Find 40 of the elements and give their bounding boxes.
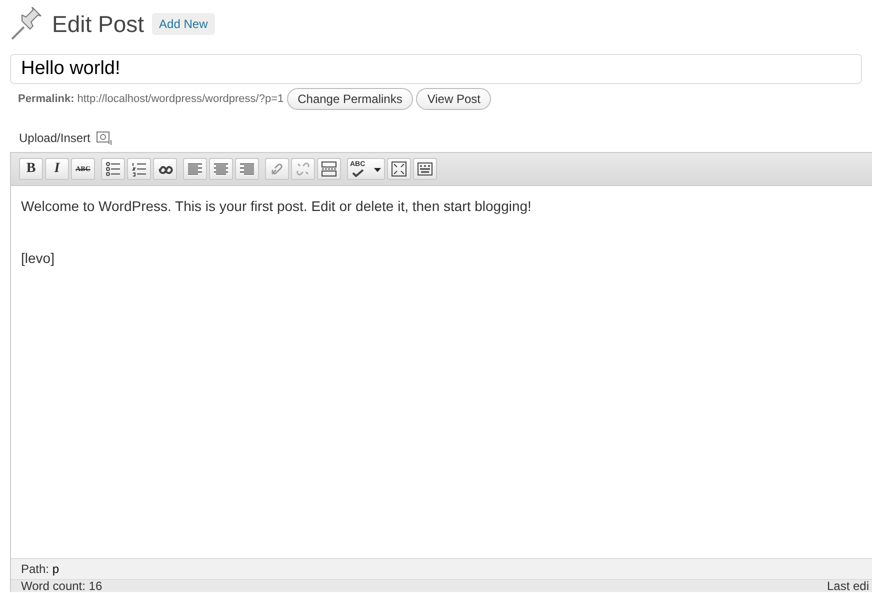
- numbers-icon: [131, 161, 147, 177]
- align-center-icon: [213, 161, 229, 177]
- align-left-button[interactable]: [183, 158, 207, 180]
- align-right-icon: [239, 161, 255, 177]
- link-icon: [269, 161, 285, 177]
- bullets-button[interactable]: [101, 158, 125, 180]
- quote-button[interactable]: [153, 158, 177, 180]
- caret-icon: [374, 168, 381, 172]
- pushpin-icon: [10, 7, 44, 41]
- permalink-button[interactable]: Change Permalinks: [286, 88, 414, 110]
- page-title: Edit Post: [52, 10, 144, 38]
- more-icon: [321, 161, 337, 177]
- add-new-button[interactable]: Add New: [152, 13, 215, 35]
- italic-button[interactable]: I: [45, 158, 69, 180]
- fullscreen-icon: [391, 161, 407, 177]
- upload-insert-label: Upload/Insert: [19, 131, 90, 145]
- fullscreen-button[interactable]: [387, 158, 411, 180]
- align-right-button[interactable]: [235, 158, 259, 180]
- title-field[interactable]: Hello world!: [10, 54, 862, 84]
- unlink-icon: [295, 161, 311, 177]
- last-edited-text: Last edi: [826, 580, 869, 592]
- bullets-icon: [105, 161, 121, 177]
- path-indicator: Path: p: [21, 562, 60, 576]
- media-icon[interactable]: [96, 130, 114, 146]
- permalink-label: Permalink:: [18, 93, 74, 105]
- content-paragraph: [levo]: [21, 250, 56, 266]
- more-button[interactable]: [317, 158, 341, 180]
- word-count: Word count: 16: [21, 580, 102, 592]
- permalink-button[interactable]: View Post: [416, 88, 492, 110]
- checkmark-icon: [352, 169, 364, 177]
- editor-content-area[interactable]: Welcome to WordPress. This is your first post. Edit or delete it, then start blogging! [levo]: [11, 186, 872, 558]
- numbers-button[interactable]: [127, 158, 151, 180]
- link-button[interactable]: [265, 158, 289, 180]
- kitchen-button[interactable]: [413, 158, 437, 180]
- align-left-icon: [187, 161, 203, 177]
- bold-button[interactable]: B: [19, 158, 43, 180]
- kitchen-icon: [417, 161, 433, 177]
- permalink-url: http://localhost/wordpress/wordpress/?p=1: [77, 93, 284, 105]
- content-paragraph: Welcome to WordPress. This is your first post. Edit or delete it, then start blogging!: [21, 198, 532, 214]
- align-center-button[interactable]: [209, 158, 233, 180]
